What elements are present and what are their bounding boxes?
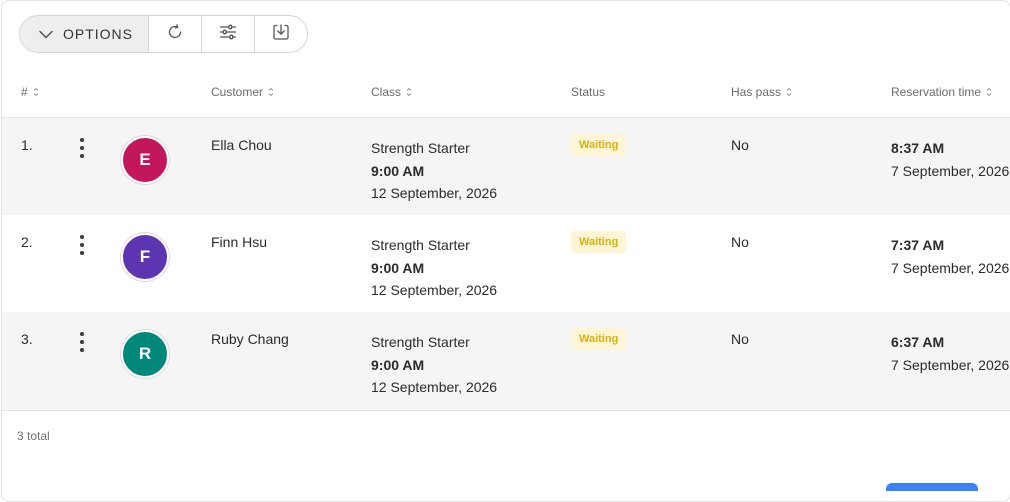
status-badge: Waiting [571, 231, 627, 253]
row-menu-icon[interactable] [77, 332, 87, 352]
column-header-class[interactable]: Class [371, 85, 412, 99]
row-number: 1. [21, 137, 33, 153]
reservation-time-value: 6:37 AM [891, 334, 945, 350]
column-header-status: Status [571, 85, 606, 99]
table-row[interactable]: 3. R Ruby Chang Strength Starter 9:00 AM… [2, 312, 1010, 409]
table-toolbar: OPTIONS [19, 15, 308, 53]
avatar: E [121, 136, 169, 184]
row-number: 3. [21, 331, 33, 347]
options-button[interactable]: OPTIONS [20, 16, 148, 52]
avatar: R [121, 330, 169, 378]
sort-icon [33, 87, 39, 97]
reservation-time-value: 8:37 AM [891, 140, 945, 156]
column-header-has-pass[interactable]: Has pass [731, 85, 792, 99]
class-date: 12 September, 2026 [371, 185, 498, 201]
options-label: OPTIONS [63, 26, 134, 42]
class-info: Strength Starter 9:00 AM 12 September, 2… [371, 331, 497, 399]
row-menu-icon[interactable] [77, 235, 87, 255]
sort-icon [268, 87, 274, 97]
column-header-number[interactable]: # [21, 85, 39, 99]
reservations-card: OPTIONS # Customer Class Status Has pass… [1, 0, 1010, 502]
row-menu-icon[interactable] [77, 138, 87, 158]
refresh-icon [166, 23, 184, 46]
reservation-time-value: 7:37 AM [891, 237, 945, 253]
table-header: # Customer Class Status Has pass Reserva… [2, 71, 1010, 118]
class-info: Strength Starter 9:00 AM 12 September, 2… [371, 234, 497, 302]
has-pass-value: No [731, 331, 749, 347]
reservation-time: 6:37 AM 7 September, 2026 [891, 331, 1009, 376]
customer-name[interactable]: Finn Hsu [211, 234, 267, 250]
sort-icon [786, 87, 792, 97]
has-pass-value: No [731, 137, 749, 153]
class-time: 9:00 AM [371, 162, 425, 179]
class-info: Strength Starter 9:00 AM 12 September, 2… [371, 137, 497, 205]
table-row[interactable]: 1. E Ella Chou Strength Starter 9:00 AM … [2, 118, 1010, 215]
class-time: 9:00 AM [371, 259, 425, 276]
has-pass-value: No [731, 234, 749, 250]
customer-name[interactable]: Ella Chou [211, 137, 272, 153]
class-name: Strength Starter [371, 140, 470, 156]
sort-icon [986, 87, 992, 97]
export-button[interactable] [254, 16, 307, 52]
table-divider [2, 410, 1010, 411]
class-date: 12 September, 2026 [371, 282, 498, 298]
class-time: 9:00 AM [371, 356, 425, 373]
column-header-reservation-time[interactable]: Reservation time [891, 85, 992, 99]
reservation-time: 8:37 AM 7 September, 2026 [891, 137, 1009, 182]
reservation-date: 7 September, 2026 [891, 259, 1010, 276]
status-badge: Waiting [571, 134, 627, 156]
class-name: Strength Starter [371, 237, 470, 253]
primary-button-edge[interactable] [886, 483, 978, 491]
download-icon [272, 23, 290, 46]
class-date: 12 September, 2026 [371, 379, 498, 395]
refresh-button[interactable] [148, 16, 201, 52]
sort-icon [406, 87, 412, 97]
column-header-customer[interactable]: Customer [211, 85, 274, 99]
column-settings-button[interactable] [201, 16, 254, 52]
sliders-icon [219, 23, 237, 46]
status-badge: Waiting [571, 328, 627, 350]
avatar: F [121, 233, 169, 281]
reservation-time: 7:37 AM 7 September, 2026 [891, 234, 1009, 279]
reservation-date: 7 September, 2026 [891, 162, 1010, 179]
total-count: 3 total [17, 429, 50, 443]
table-row[interactable]: 2. F Finn Hsu Strength Starter 9:00 AM 1… [2, 215, 1010, 312]
reservation-date: 7 September, 2026 [891, 356, 1010, 373]
chevron-down-icon [39, 30, 53, 39]
customer-name[interactable]: Ruby Chang [211, 331, 289, 347]
row-number: 2. [21, 234, 33, 250]
class-name: Strength Starter [371, 334, 470, 350]
